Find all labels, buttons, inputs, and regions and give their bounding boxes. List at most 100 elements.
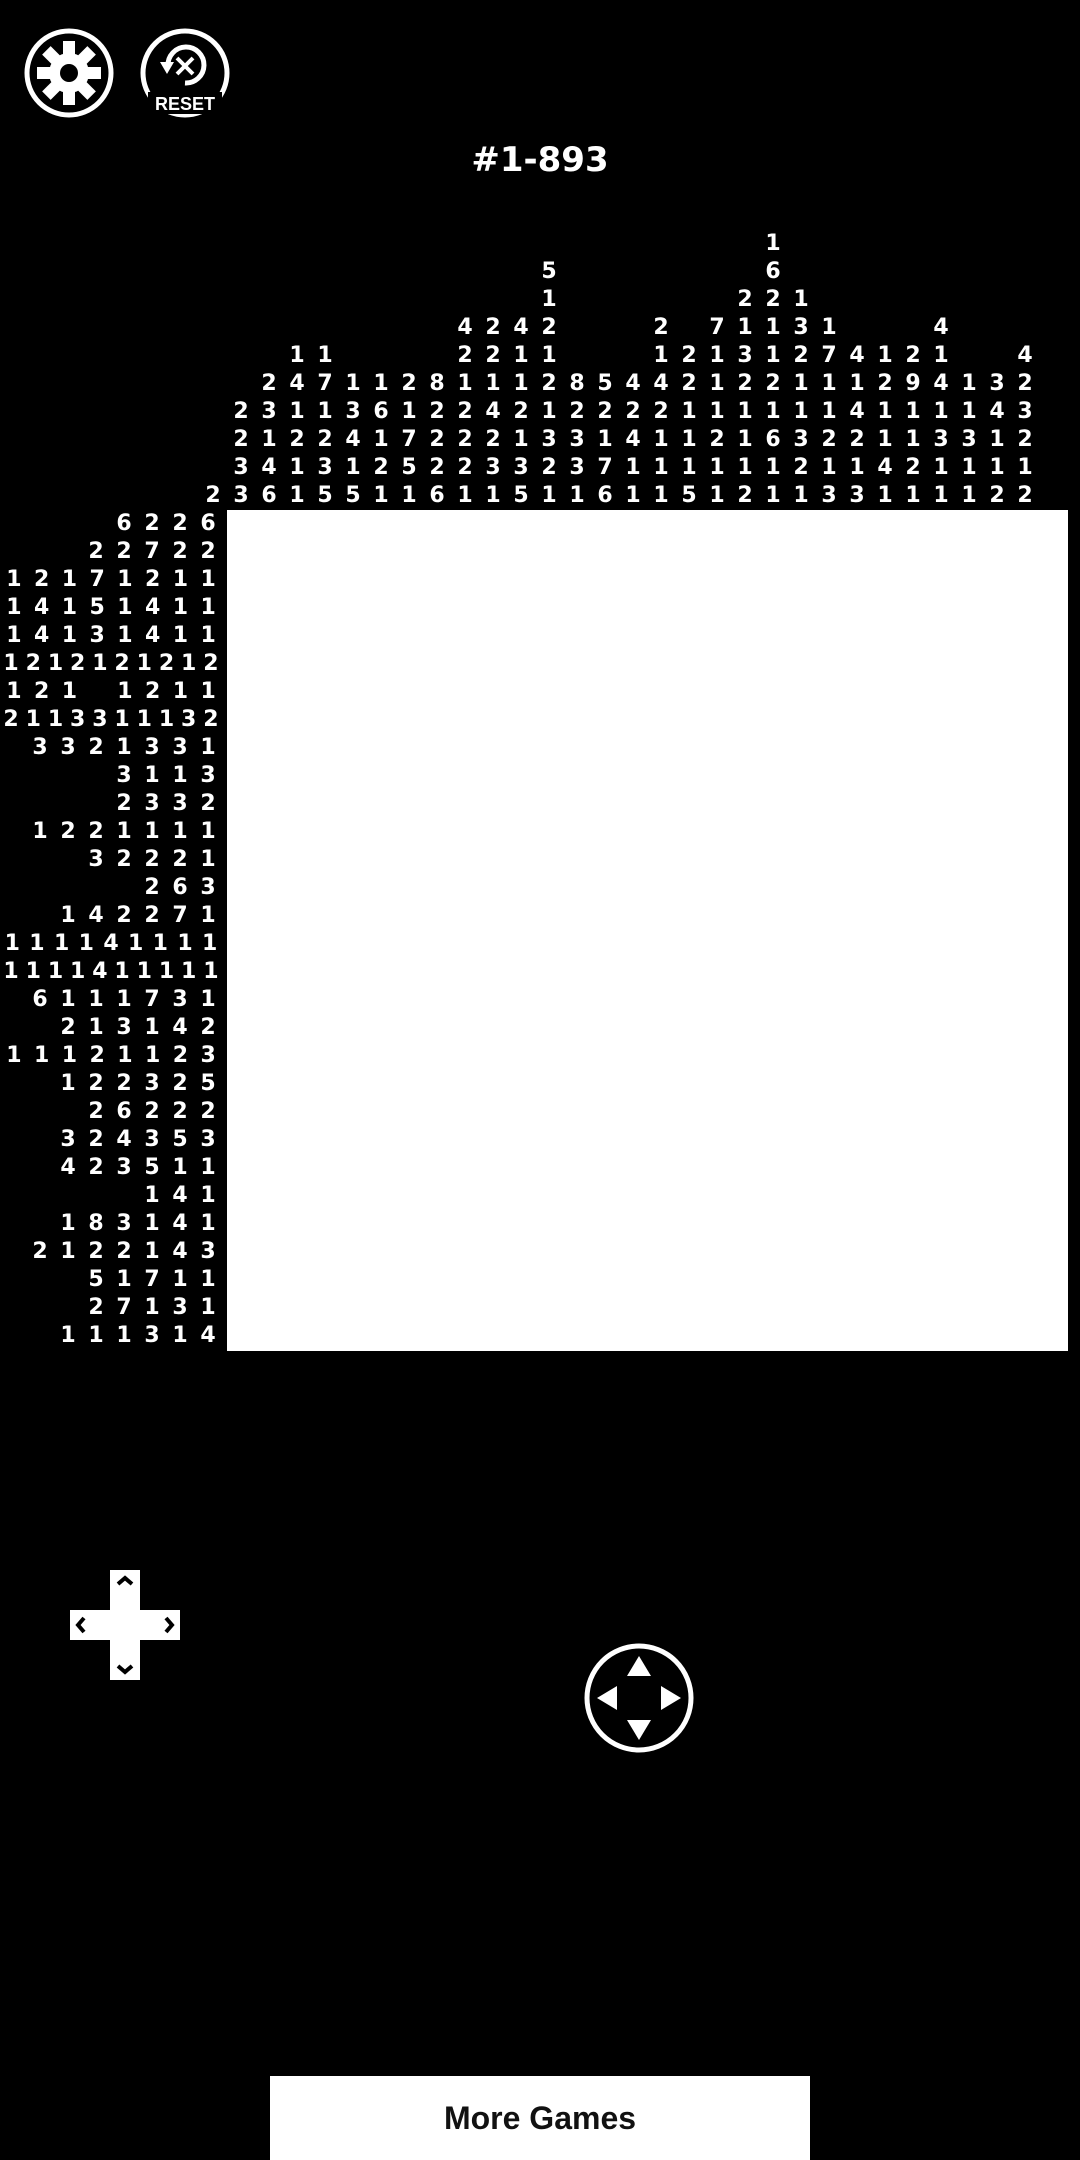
row-clue: 6226 [0,510,222,538]
row-clue-number: 1 [152,931,168,956]
column-clue: 8 2 3 3 1 [563,0,591,510]
column-clue-number: 1 [541,399,557,424]
column-clue-number: 1 [457,483,473,508]
row-clue-number: 1 [60,1071,76,1096]
row-clue-number: 4 [88,903,104,928]
row-clue-number: 1 [6,595,22,620]
row-clue-number: 2 [33,567,50,592]
column-clue-number: 4 [989,399,1005,424]
column-clue-number: 2 [765,371,781,396]
column-clue-number: 2 [877,371,893,396]
row-clue-number: 1 [61,1043,78,1068]
row-clue-number: 3 [92,707,108,732]
row-clue-number: 1 [92,651,108,676]
column-clue-number: 1 [933,399,949,424]
column-clue: 2 9 1 1 2 1 [899,0,927,510]
row-clue-number: 2 [116,1239,132,1264]
row-clue-number: 1 [200,679,216,704]
row-clue-number: 1 [47,707,64,732]
row-clue-number: 2 [144,679,161,704]
row-clue-number: 5 [144,1155,160,1180]
row-clue-number: 3 [116,1155,132,1180]
column-clue-number: 4 [289,371,305,396]
row-clue-number: 3 [70,707,86,732]
row-clue-number: 1 [88,1015,104,1040]
column-clue: 1 7 1 1 2 1 3 [815,0,843,510]
column-clue: 4 1 4 1 3 1 1 [927,0,955,510]
row-clue-number: 6 [172,875,188,900]
column-clue-number: 5 [597,371,613,396]
row-clue-number: 3 [32,735,48,760]
column-clue-number: 4 [345,427,361,452]
more-games-button[interactable]: More Games [270,2076,810,2160]
column-clue-number: 2 [541,315,557,340]
row-clue-number: 7 [144,987,160,1012]
column-clue: 1 3 2 1 1 3 2 1 [787,0,815,510]
column-clue-number: 2 [625,399,641,424]
row-clue-number: 8 [88,1211,104,1236]
column-clue-number: 4 [849,399,865,424]
row-clue-number: 2 [88,735,104,760]
dpad-control[interactable] [70,1570,180,1680]
column-clue-number: 1 [289,343,305,368]
row-clue-number: 2 [200,791,216,816]
row-clue-number: 2 [144,511,160,536]
column-clue-number: 1 [1017,455,1033,480]
column-clue-number: 2 [429,427,445,452]
column-clue-number: 3 [233,455,249,480]
row-clue-number: 2 [32,1239,48,1264]
row-clue-number: 1 [6,623,22,648]
column-clue-number: 1 [261,427,277,452]
column-clue-number: 1 [905,483,921,508]
column-clue-number: 4 [849,343,865,368]
column-clue-number: 2 [989,483,1005,508]
column-clue-number: 1 [653,455,669,480]
row-clue-number: 1 [144,1239,160,1264]
row-clue-number: 3 [172,791,188,816]
row-clue-number: 1 [200,1211,216,1236]
row-clue-number: 1 [172,623,189,648]
column-clue-number: 1 [709,343,725,368]
row-clue-number: 1 [202,931,218,956]
row-clue-number: 2 [88,539,104,564]
puzzle-grid[interactable] [227,510,1068,1351]
column-clue-number: 3 [513,455,529,480]
column-clue-number: 1 [317,343,333,368]
row-clue-number: 1 [53,931,70,956]
row-clue-number: 1 [88,1323,104,1348]
row-clue-number: 1 [200,735,216,760]
row-clue-number: 4 [172,1239,188,1264]
column-clue-number: 1 [373,371,389,396]
row-clue-number: 1 [117,567,133,592]
row-clue-number: 2 [116,539,132,564]
column-clue-number: 7 [821,343,837,368]
column-clue-number: 1 [765,483,781,508]
column-clue-number: 3 [961,427,977,452]
column-clue-number: 1 [765,315,781,340]
row-clue-number: 1 [25,707,41,732]
row-clue: 3321331 [0,734,222,762]
row-clue-number: 1 [6,1043,22,1068]
column-clue-number: 1 [821,455,837,480]
column-clue-number: 1 [765,343,781,368]
column-clue-number: 6 [429,483,445,508]
row-clue-number: 3 [200,1239,216,1264]
column-clue-number: 1 [681,399,697,424]
row-clue-number: 1 [60,1211,76,1236]
column-clue-number: 2 [541,371,557,396]
row-clue-number: 1 [61,595,78,620]
row-clue-number: 2 [70,651,86,676]
column-clue-number: 4 [625,371,641,396]
column-clue-number: 1 [513,427,529,452]
column-clue-number: 1 [877,399,893,424]
column-clue-number: 4 [457,315,473,340]
row-clue-number: 1 [144,1043,161,1068]
column-clue: 5 2 1 7 6 [591,0,619,510]
joystick-control[interactable] [583,1642,695,1754]
row-clue-number: 1 [144,819,160,844]
row-clue-number: 1 [116,987,132,1012]
row-clue-number: 4 [60,1155,76,1180]
row-clue-number: 3 [116,1015,132,1040]
column-clue-number: 1 [289,399,305,424]
column-clue-number: 6 [261,483,277,508]
